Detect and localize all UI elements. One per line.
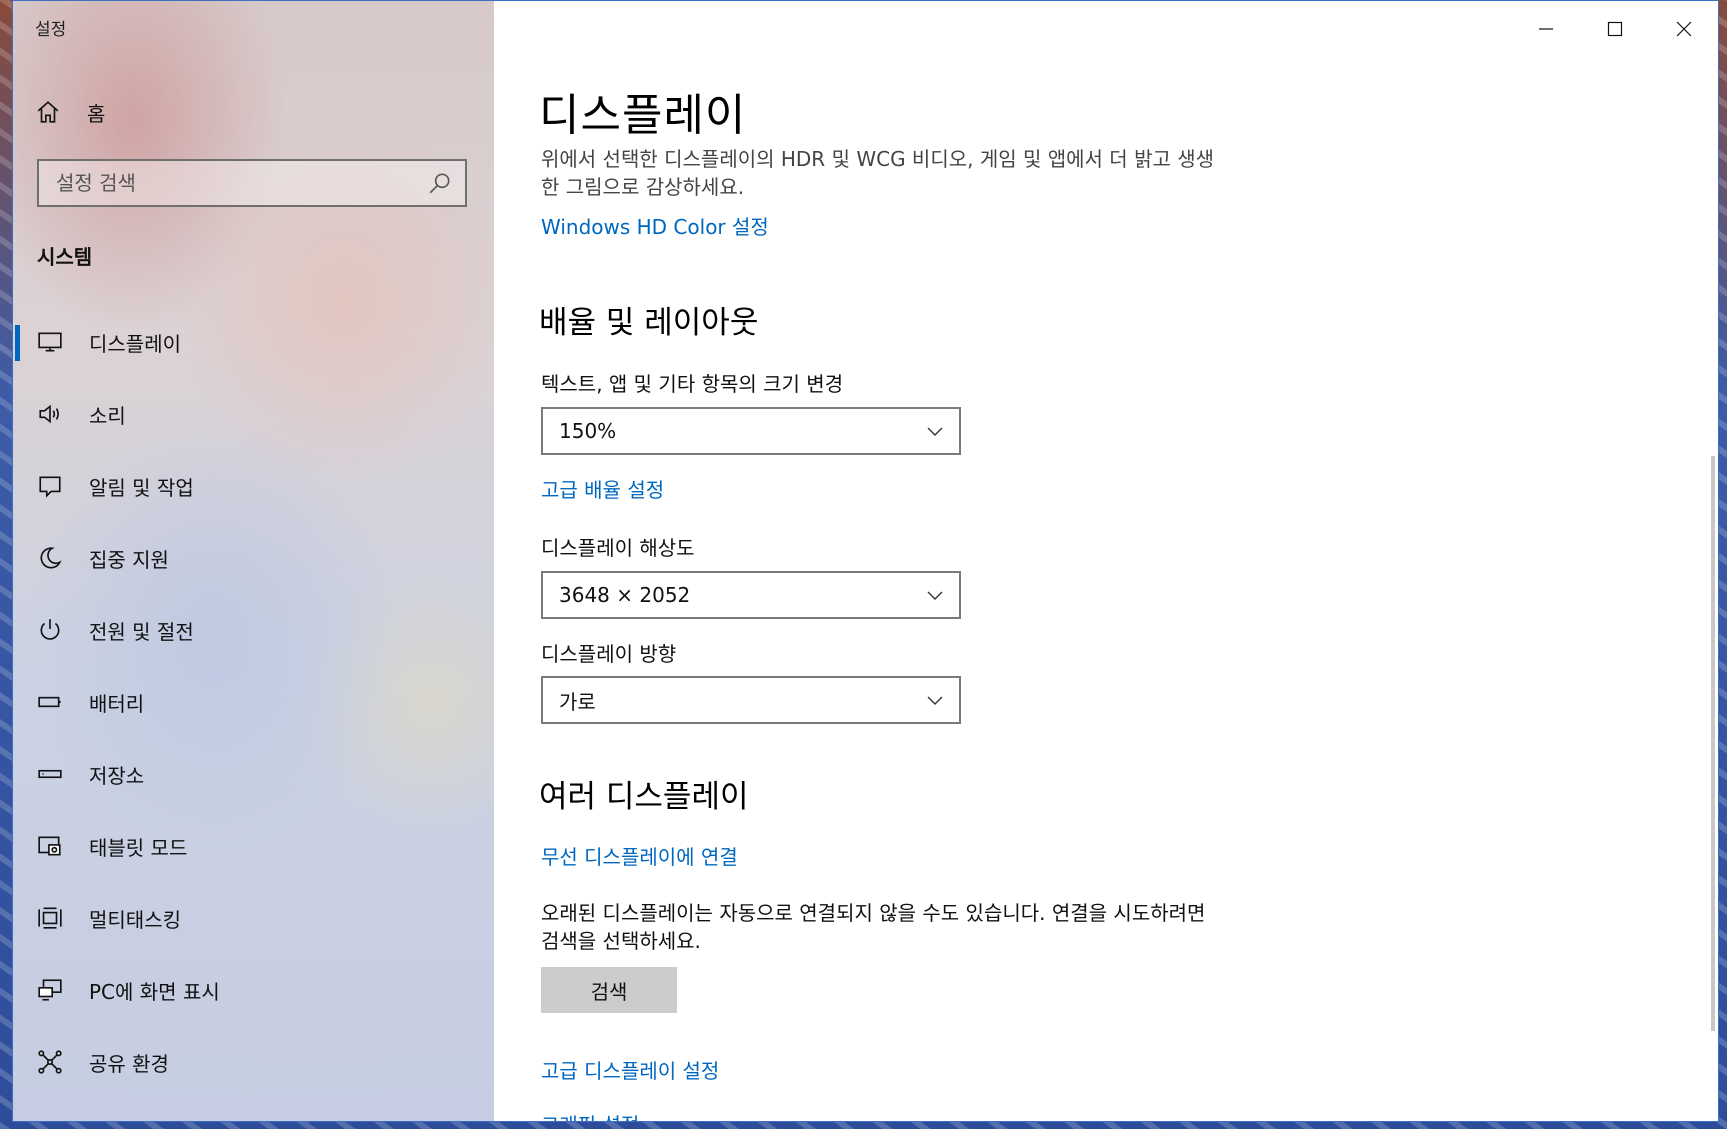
sidebar-item-power[interactable]: 전원 및 절전	[13, 594, 494, 666]
resolution-value: 3648 × 2052	[559, 583, 691, 607]
sidebar-item-label: 전원 및 절전	[89, 619, 194, 644]
sidebar-item-shared-experiences[interactable]: 공유 환경	[13, 1026, 494, 1098]
speaker-icon	[37, 401, 63, 427]
content-pane: 디스플레이 위에서 선택한 디스플레이의 HDR 및 WCG 비디오, 게임 및…	[494, 1, 1718, 1121]
sidebar-home-label: 홈	[87, 101, 106, 126]
chevron-down-icon	[927, 427, 943, 436]
sidebar: 설정 홈 시스템 디스플레이	[13, 1, 494, 1121]
settings-window: 설정 홈 시스템 디스플레이	[12, 0, 1719, 1122]
home-icon	[35, 99, 61, 125]
sidebar-item-label: 태블릿 모드	[89, 835, 188, 860]
wireless-display-link[interactable]: 무선 디스플레이에 연결	[541, 841, 738, 870]
hdr-description: 위에서 선택한 디스플레이의 HDR 및 WCG 비디오, 게임 및 앱에서 더…	[541, 147, 1215, 199]
app-title: 설정	[35, 20, 67, 40]
sidebar-item-tablet-mode[interactable]: 태블릿 모드	[13, 810, 494, 882]
storage-icon	[37, 761, 63, 787]
scale-value: 150%	[559, 419, 617, 443]
close-icon	[1676, 21, 1691, 37]
sidebar-item-focus-assist[interactable]: 집중 지원	[13, 522, 494, 594]
resolution-label: 디스플레이 해상도	[541, 536, 695, 560]
sidebar-item-label: 공유 환경	[89, 1051, 169, 1076]
scrollbar[interactable]	[1711, 456, 1715, 1031]
minimize-button[interactable]	[1511, 1, 1580, 57]
tablet-mode-icon	[37, 833, 63, 859]
sidebar-item-sound[interactable]: 소리	[13, 378, 494, 450]
power-icon	[37, 617, 63, 643]
orientation-dropdown[interactable]: 가로	[541, 676, 961, 724]
multiple-displays-heading: 여러 디스플레이	[539, 779, 749, 815]
sidebar-item-label: 배터리	[89, 691, 145, 716]
notification-icon	[37, 473, 63, 499]
chevron-down-icon	[927, 591, 943, 600]
search-input[interactable]	[56, 171, 427, 195]
chevron-down-icon	[927, 696, 943, 705]
battery-icon	[37, 689, 63, 715]
sidebar-item-label: 알림 및 작업	[89, 475, 194, 500]
advanced-display-settings-link[interactable]: 고급 디스플레이 설정	[541, 1055, 719, 1084]
sidebar-item-project[interactable]: PC에 화면 표시	[13, 954, 494, 1026]
section-title: 시스템	[37, 245, 93, 269]
multitasking-icon	[37, 905, 63, 931]
scale-layout-heading: 배율 및 레이아웃	[539, 305, 759, 341]
sidebar-item-battery[interactable]: 배터리	[13, 666, 494, 738]
caption-buttons	[1511, 1, 1718, 57]
sidebar-item-label: 멀티태스킹	[89, 907, 181, 932]
shared-experiences-icon	[37, 1049, 63, 1075]
sidebar-item-label: 디스플레이	[89, 331, 181, 356]
sidebar-item-notifications[interactable]: 알림 및 작업	[13, 450, 494, 522]
scale-dropdown[interactable]: 150%	[541, 407, 961, 455]
sidebar-item-label: 저장소	[89, 763, 145, 788]
page-title: 디스플레이	[539, 90, 747, 141]
monitor-icon	[37, 329, 63, 355]
sidebar-item-storage[interactable]: 저장소	[13, 738, 494, 810]
search-icon[interactable]	[427, 170, 453, 196]
sidebar-item-label: 집중 지원	[89, 547, 169, 572]
scale-label: 텍스트, 앱 및 기타 항목의 크기 변경	[541, 372, 844, 396]
sidebar-home[interactable]: 홈	[35, 97, 105, 127]
orientation-value: 가로	[559, 689, 596, 714]
advanced-scaling-link[interactable]: 고급 배율 설정	[541, 474, 664, 503]
resolution-dropdown[interactable]: 3648 × 2052	[541, 571, 961, 619]
graphics-settings-link[interactable]: 그래픽 설정	[541, 1109, 639, 1121]
sidebar-item-label: 소리	[89, 403, 126, 428]
minimize-icon	[1538, 28, 1553, 30]
sidebar-item-label: PC에 화면 표시	[89, 979, 220, 1004]
search-box[interactable]	[37, 159, 467, 207]
orientation-label: 디스플레이 방향	[541, 642, 677, 666]
moon-icon	[37, 545, 63, 571]
sidebar-item-display[interactable]: 디스플레이	[13, 306, 494, 378]
project-icon	[37, 977, 63, 1003]
close-button[interactable]	[1649, 1, 1718, 57]
hd-color-settings-link[interactable]: Windows HD Color 설정	[541, 211, 769, 240]
sidebar-nav: 디스플레이 소리 알림 및 작업 집중 지원 전원 및 절전 배터리 저장소 태…	[13, 306, 494, 1098]
maximize-button[interactable]	[1580, 1, 1649, 57]
maximize-icon	[1607, 21, 1622, 37]
detect-button[interactable]: 검색	[541, 967, 677, 1013]
detect-note: 오래된 디스플레이는 자동으로 연결되지 않을 수도 있습니다. 연결을 시도하…	[541, 901, 1206, 953]
sidebar-item-multitasking[interactable]: 멀티태스킹	[13, 882, 494, 954]
